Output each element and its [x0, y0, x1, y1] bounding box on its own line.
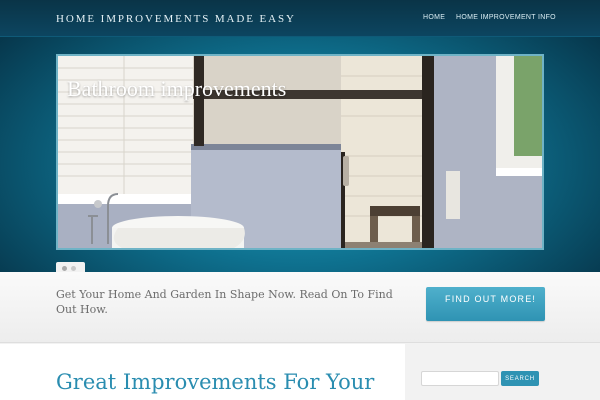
slider-image[interactable]: Bathroom improvements	[56, 54, 544, 250]
cta-text: Get Your Home And Garden In Shape Now. R…	[56, 288, 393, 316]
site-title[interactable]: HOME IMPROVEMENTS MADE EASY	[56, 13, 296, 25]
top-bar: HOME IMPROVEMENTS MADE EASY HOME HOME IM…	[0, 0, 600, 37]
search-input[interactable]	[421, 371, 499, 386]
hero-band: HOME IMPROVEMENTS MADE EASY HOME HOME IM…	[0, 0, 600, 272]
slider-dot-2[interactable]	[71, 265, 76, 271]
sidebar: SEARCH	[405, 344, 600, 400]
slide-caption[interactable]: Bathroom improvements	[67, 76, 286, 102]
content-heading: Great Improvements For Your	[56, 370, 375, 394]
nav-item-home[interactable]: HOME	[423, 14, 445, 21]
nav-item-home-improvement-info[interactable]: HOME IMPROVEMENT INFO	[456, 14, 556, 21]
call-to-action-band: Get Your Home And Garden In Shape Now. R…	[0, 272, 600, 343]
main-content: Great Improvements For Your	[0, 344, 405, 400]
search-button[interactable]: SEARCH	[501, 371, 539, 386]
slider-dot-1[interactable]	[62, 265, 67, 271]
find-out-more-button[interactable]: FIND OUT MORE!	[426, 287, 545, 321]
slider-pagination	[56, 262, 85, 272]
